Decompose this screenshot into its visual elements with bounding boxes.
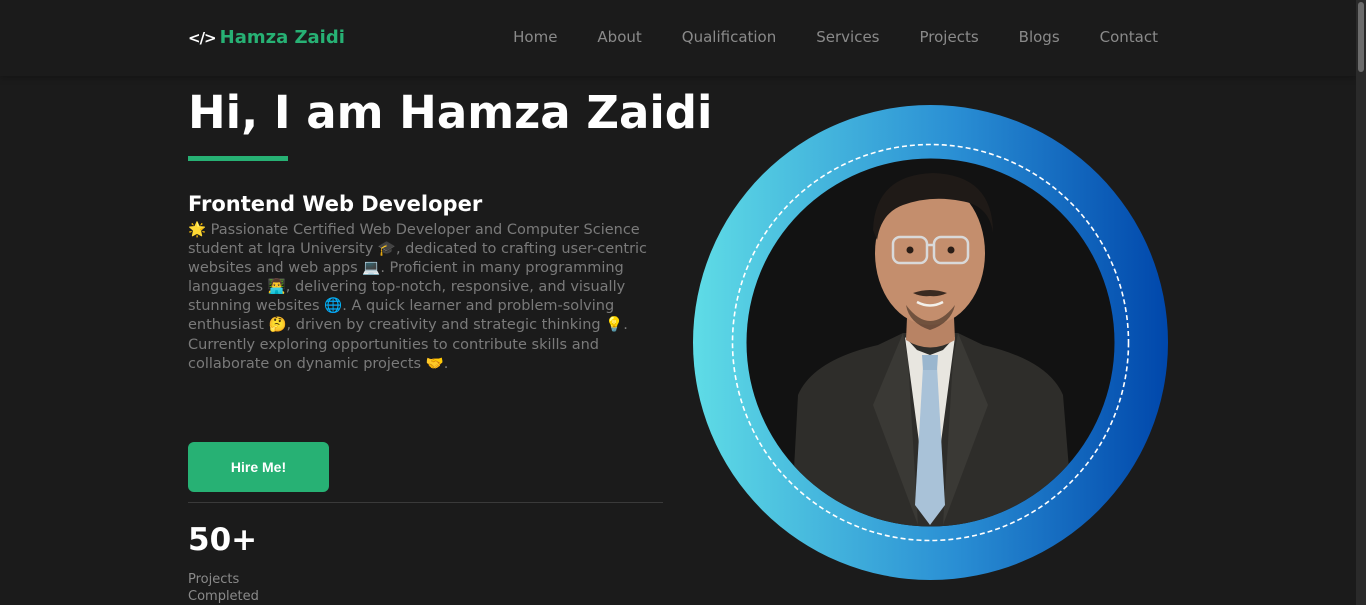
code-icon: </>: [188, 28, 217, 47]
logo[interactable]: </> Hamza Zaidi: [188, 27, 345, 48]
stat-number: 50+: [188, 522, 258, 558]
profile-photo: [693, 105, 1168, 580]
nav-home[interactable]: Home: [513, 28, 557, 46]
role-heading: Frontend Web Developer: [188, 192, 483, 216]
profile-portrait: [693, 105, 1168, 580]
hero-title: Hi, I am Hamza Zaidi: [188, 86, 713, 139]
nav-qualification[interactable]: Qualification: [682, 28, 776, 46]
scrollbar-thumb[interactable]: [1358, 2, 1364, 72]
page: </> Hamza Zaidi Home About Qualification…: [0, 0, 1366, 605]
hire-me-button[interactable]: Hire Me!: [188, 442, 329, 492]
logo-text: Hamza Zaidi: [219, 27, 345, 48]
nav-projects[interactable]: Projects: [920, 28, 979, 46]
stat-label: Projects Completed: [188, 572, 259, 604]
nav-blogs[interactable]: Blogs: [1019, 28, 1060, 46]
scrollbar[interactable]: [1356, 0, 1366, 605]
bio-text: 🌟 Passionate Certified Web Developer and…: [188, 222, 648, 372]
site-header: </> Hamza Zaidi Home About Qualification…: [0, 0, 1356, 76]
nav-contact[interactable]: Contact: [1100, 28, 1158, 46]
main-nav: Home About Qualification Services Projec…: [513, 28, 1158, 46]
nav-services[interactable]: Services: [816, 28, 879, 46]
nav-about[interactable]: About: [597, 28, 641, 46]
title-underline: [188, 156, 288, 161]
divider: [188, 502, 663, 503]
